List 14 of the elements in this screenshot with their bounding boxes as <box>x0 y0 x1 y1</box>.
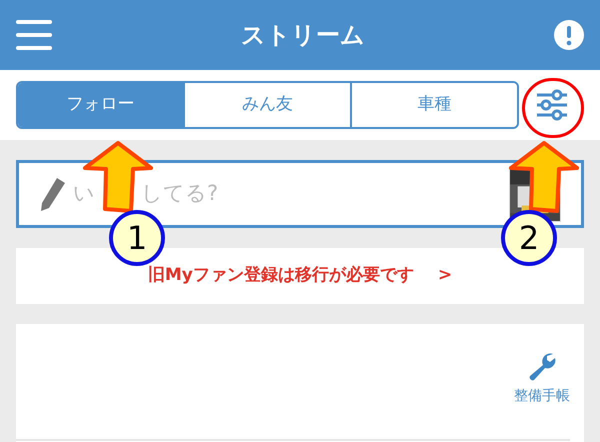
filter-settings-icon[interactable] <box>534 89 568 121</box>
tab[interactable]: 車種 <box>350 83 517 127</box>
screen-title: ストリーム <box>241 20 365 51</box>
chevron-text[interactable]: > <box>438 263 452 289</box>
post-placeholder: い <box>73 180 95 208</box>
migration-notice-link[interactable]: 旧Myファン登録は移行が必要です <box>148 263 414 289</box>
maintenance-log-button[interactable]: 整備手帳 <box>514 352 570 407</box>
menu-icon[interactable] <box>16 20 52 50</box>
post-placeholder: してる? <box>141 180 218 208</box>
tab[interactable]: フォロー <box>18 83 183 127</box>
wrench-icon <box>527 352 557 382</box>
info-icon[interactable] <box>554 20 584 50</box>
callout-arrow-icon <box>508 140 580 214</box>
pencil-icon <box>39 176 67 212</box>
